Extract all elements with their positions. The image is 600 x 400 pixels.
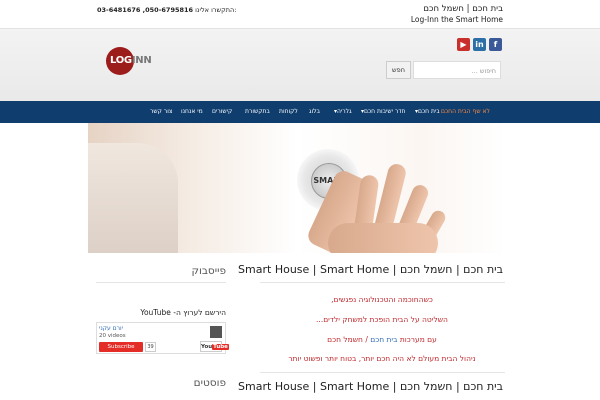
site-title[interactable]: בית חכם | חשמל חכם [423,4,503,14]
site-subtitle: Log-Inn the Smart Home [410,15,503,24]
search-button[interactable]: חפש [386,61,411,79]
title-divider [260,282,505,283]
intro-line-2: השליטה על הבית הופכת למשחק ילדים... [316,315,448,324]
channel-video-count: 20 videos [99,333,126,339]
nav-item-media[interactable]: בתקשורת [245,101,270,123]
nav-item-clients[interactable]: לקוחות [279,101,298,123]
facebook-widget-title: פייסבוק [191,265,226,277]
smart-electric-link[interactable]: חשמל חכם [327,335,363,344]
section-divider [260,372,505,373]
nav-item-gallery[interactable]: ▾גלריה [334,101,352,123]
header: LOGINN ▶ in f חיפוש ... חפש [0,28,600,102]
channel-name[interactable]: יורם עקני [99,325,123,332]
smart-home-link[interactable]: בית חכם [370,335,397,344]
youtube-icon[interactable]: ▶ [457,38,470,51]
channel-avatar[interactable] [210,326,222,338]
youtube-subscribe-button[interactable]: Subscribe [99,342,143,352]
section-title: בית חכם | חשמל חכם | Smart House | Smart… [238,380,503,393]
nav-item-smart-home[interactable]: ▾בית חכם [415,101,440,123]
nav-item-intro[interactable]: לא שף הבית החכם [441,101,490,123]
intro-line-3: עם מערכות בית חכם / חשמל חכם [327,335,437,344]
hero-palm [328,223,438,253]
search-input[interactable]: חיפוש ... [413,61,501,79]
contact-label: התקשרו אלינו: [195,6,237,14]
nav-item-smart-meeting-room[interactable]: ▾חדר ישיבות חכם [361,101,405,123]
phone-numbers: 03-6481676 ,050-6795816 [97,6,194,14]
nav-item-contact[interactable]: צור קשר [150,101,172,123]
hero-banner: SMART [88,123,506,253]
logo-text: LOGINN [110,55,152,66]
page-title: בית חכם | חשמל חכם | Smart House | Smart… [238,263,503,276]
contact-phones: 03-6481676 ,050-6795816 התקשרו אלינו: [97,6,236,14]
hero-person-shirt [88,143,178,253]
intro-line-1: כשהחוכמה והטכנולוגיה נפגשים, [331,295,433,304]
top-bar: בית חכם | חשמל חכם Log-Inn the Smart Hom… [0,0,600,28]
youtube-logo: YouTube [200,341,229,352]
nav-item-blog[interactable]: בלוג [309,101,320,123]
posts-widget-title: פוסטים [193,377,226,389]
nav-item-about[interactable]: מי אנחנו [181,101,203,123]
nav-item-links[interactable]: קישורים [212,101,232,123]
youtube-widget-label: הירשם לערוץ ה- YouTube [140,308,226,317]
facebook-icon[interactable]: f [489,38,502,51]
main-nav: לא שף הבית החכם ▾בית חכם ▾חדר ישיבות חכם… [0,101,600,123]
subscriber-count: 39 [145,342,156,352]
linkedin-icon[interactable]: in [473,38,486,51]
youtube-subscribe-widget: יורם עקני 20 videos Subscribe 39 YouTube [96,322,229,354]
site-logo[interactable]: LOGINN [106,47,156,75]
sidebar-divider [96,282,226,283]
intro-line-4: ניהול הבית מעולם לא היה חכם יותר, בטוח י… [288,354,476,363]
